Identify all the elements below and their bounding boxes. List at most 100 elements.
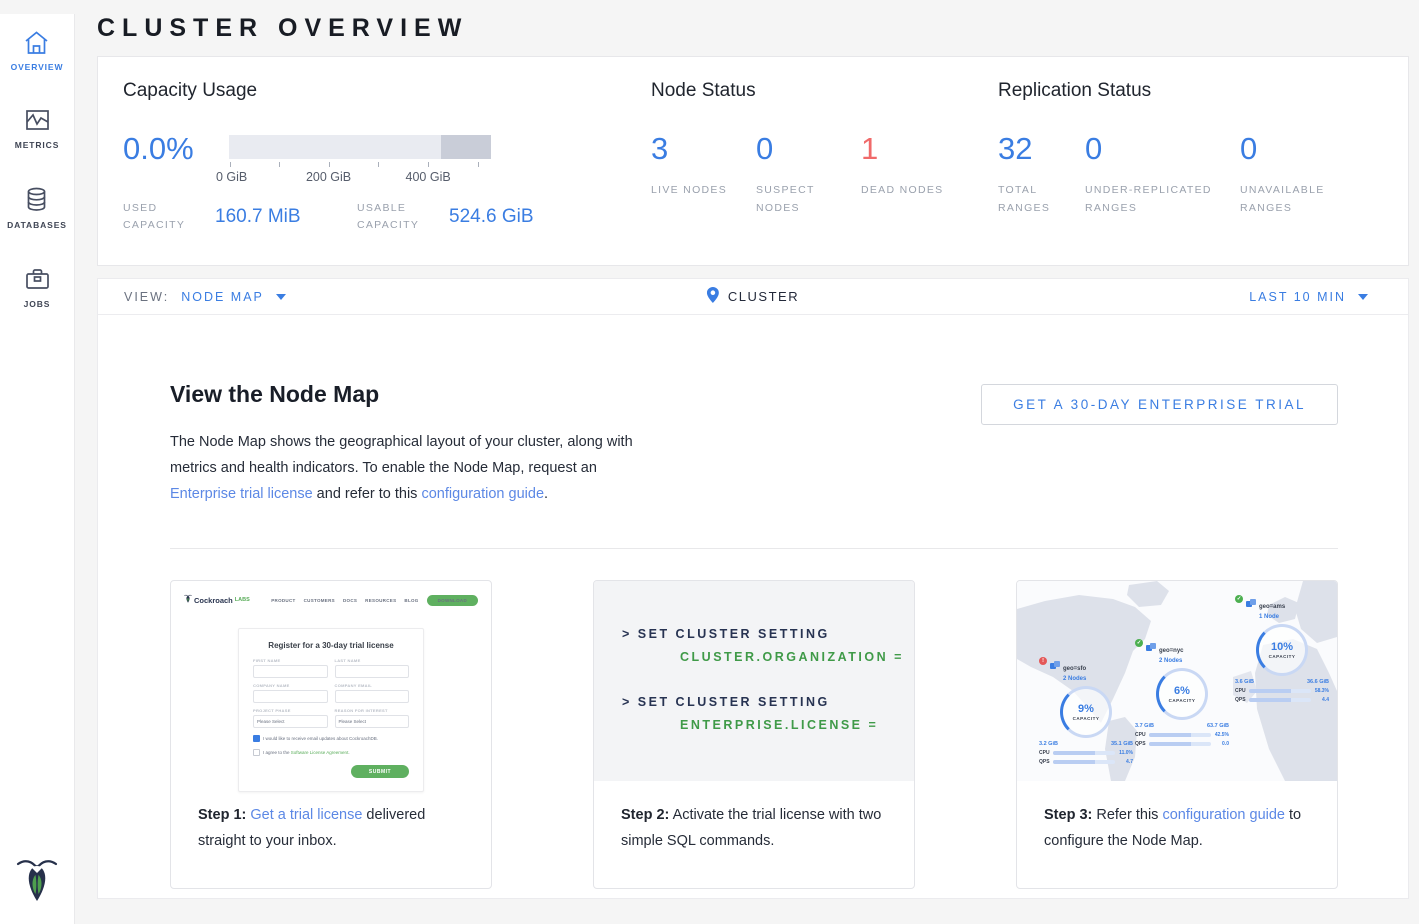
text-field xyxy=(253,690,328,703)
configuration-guide-link[interactable]: configuration guide xyxy=(421,486,544,502)
capacity-axis-ticks xyxy=(229,161,491,168)
total-ranges-label: TOTAL RANGES xyxy=(998,181,1078,217)
usable-capacity-label: USABLE CAPACITY xyxy=(357,200,449,234)
capacity-gauge: 10% CAPACITY xyxy=(1256,624,1308,676)
capacity-bar-nonusable-segment xyxy=(441,135,491,159)
replication-status-section: Replication Status 32 TOTAL RANGES 0 UND… xyxy=(998,80,1345,265)
sidebar-item-overview[interactable]: OVERVIEW xyxy=(11,30,64,72)
view-selector-dropdown[interactable]: VIEW: NODE MAP xyxy=(124,290,286,304)
suspect-nodes-stat: 0 SUSPECT NODES xyxy=(756,133,861,217)
time-range-dropdown[interactable]: LAST 10 MIN xyxy=(1249,290,1368,304)
locality-name: geo=sfo xyxy=(1063,666,1086,672)
qps-value: 4.7 xyxy=(1118,759,1133,765)
trial-license-site-preview: Cockroach LABS PRODUCT CUSTOMERS DOCS RE… xyxy=(171,581,491,781)
view-value: NODE MAP xyxy=(181,290,264,304)
labs-wordmark: LABS xyxy=(235,597,250,603)
unavailable-ranges-stat: 0 UNAVAILABLE RANGES xyxy=(1240,133,1345,217)
cluster-breadcrumb: CLUSTER xyxy=(707,287,799,306)
enterprise-trial-license-link[interactable]: Enterprise trial license xyxy=(170,486,313,502)
sidebar: OVERVIEW METRICS DATABASES xyxy=(0,14,75,924)
suspect-nodes-value: 0 xyxy=(756,133,861,164)
locality-name: geo=ams xyxy=(1259,604,1285,610)
briefcase-icon xyxy=(24,266,51,292)
nodes-cube-icon xyxy=(1246,595,1256,613)
capacity-bar-chart: 0 GiB 200 GiB 400 GiB xyxy=(229,133,491,185)
step2-label: Step 2: xyxy=(621,807,669,823)
sidebar-item-jobs[interactable]: JOBS xyxy=(24,266,51,309)
axis-tick xyxy=(378,162,379,167)
dead-nodes-label: DEAD NODES xyxy=(861,181,976,199)
qps-value: 0.0 xyxy=(1214,741,1229,747)
view-toolbar: VIEW: NODE MAP CLUSTER LAST 10 MIN xyxy=(98,279,1408,315)
qps-label: QPS xyxy=(1235,697,1246,703)
capacity-percent: 10% xyxy=(1271,641,1293,653)
sql-command: > SET CLUSTER SETTING xyxy=(622,627,914,641)
sidebar-item-databases[interactable]: DATABASES xyxy=(7,186,67,230)
locality-node-count: 2 Nodes xyxy=(1063,676,1086,682)
cpu-value: 11.0% xyxy=(1118,750,1133,756)
cpu-label: CPU xyxy=(1039,750,1050,756)
capacity-label: CAPACITY xyxy=(1073,716,1100,721)
home-icon xyxy=(23,30,50,55)
locality-widget-ams: ✓ geo=ams 1 Node 10% CAPACITY xyxy=(1235,595,1329,703)
node-map-description: The Node Map shows the geographical layo… xyxy=(170,429,644,507)
capacity-gauge: 6% CAPACITY xyxy=(1156,668,1208,720)
submit-pill: SUBMIT xyxy=(351,765,409,778)
field-label: REASON FOR INTEREST xyxy=(335,708,410,713)
step1-label: Step 1: xyxy=(198,807,250,823)
node-status-title: Node Status xyxy=(651,80,998,102)
cpu-bar xyxy=(1149,733,1211,737)
field-label: PROJECT PHASE xyxy=(253,708,328,713)
checkbox-checked xyxy=(253,735,260,742)
sidebar-item-metrics[interactable]: METRICS xyxy=(15,108,60,150)
axis-tick xyxy=(428,162,429,167)
axis-tick-label: 200 GiB xyxy=(306,170,351,184)
replication-status-title: Replication Status xyxy=(998,80,1345,102)
select-field: Please Select xyxy=(335,715,410,728)
unavailable-ranges-label: UNAVAILABLE RANGES xyxy=(1240,181,1355,217)
axis-tick xyxy=(279,162,280,167)
capacity-usage-title: Capacity Usage xyxy=(123,80,651,102)
checkbox-label: I agree to the Software License Agreemen… xyxy=(263,750,350,755)
qps-label: QPS xyxy=(1135,741,1146,747)
node-map-preview: ! geo=sfo 2 Nodes 9% CAPACITY xyxy=(1017,581,1337,781)
capacity-total: 36.6 GiB xyxy=(1307,679,1329,685)
section-divider xyxy=(170,548,1338,549)
step3-card: ! geo=sfo 2 Nodes 9% CAPACITY xyxy=(1016,580,1338,889)
locality-node-count: 1 Node xyxy=(1259,614,1285,620)
qps-label: QPS xyxy=(1039,759,1050,765)
nav-item: PRODUCT xyxy=(271,598,295,603)
configuration-guide-link[interactable]: configuration guide xyxy=(1162,807,1285,823)
description-text: and refer to this xyxy=(313,486,422,502)
locality-node-count: 2 Nodes xyxy=(1159,658,1184,664)
qps-bar xyxy=(1149,742,1211,746)
nav-item: DOCS xyxy=(343,598,357,603)
sidebar-item-label: METRICS xyxy=(15,140,60,150)
cockroach-labs-wordmark: Cockroach xyxy=(194,596,233,605)
overview-content-block: VIEW: NODE MAP CLUSTER LAST 10 MIN View … xyxy=(97,278,1409,899)
cpu-bar xyxy=(1249,689,1311,693)
sql-command: > SET CLUSTER SETTING xyxy=(622,695,914,709)
cpu-label: CPU xyxy=(1135,732,1146,738)
locality-widget-sfo: ! geo=sfo 2 Nodes 9% CAPACITY xyxy=(1039,657,1133,765)
get-trial-license-link[interactable]: Get a trial license xyxy=(250,807,362,823)
live-nodes-value: 3 xyxy=(651,133,756,164)
metrics-chart-icon xyxy=(24,108,51,133)
suspect-nodes-label: SUSPECT NODES xyxy=(756,181,836,217)
page-title: CLUSTER OVERVIEW xyxy=(97,14,1409,43)
live-nodes-label: LIVE NODES xyxy=(651,181,731,199)
capacity-total: 63.7 GiB xyxy=(1207,723,1229,729)
locality-name: geo=nyc xyxy=(1159,648,1184,654)
live-nodes-stat: 3 LIVE NODES xyxy=(651,133,756,217)
text-field xyxy=(253,665,328,678)
nav-item: RESOURCES xyxy=(365,598,396,603)
capacity-usage-section: Capacity Usage 0.0% 0 GiB 200 GiB 400 Gi… xyxy=(123,80,651,265)
dead-nodes-stat: 1 DEAD NODES xyxy=(861,133,966,217)
enterprise-trial-button[interactable]: GET A 30-DAY ENTERPRISE TRIAL xyxy=(981,384,1338,425)
nodes-cube-icon xyxy=(1146,639,1156,657)
cluster-label: CLUSTER xyxy=(728,289,799,304)
under-replicated-ranges-stat: 0 UNDER-REPLICATED RANGES xyxy=(1085,133,1240,217)
total-ranges-value: 32 xyxy=(998,133,1085,164)
used-capacity-label: USED CAPACITY xyxy=(123,200,215,234)
form-title: Register for a 30-day trial license xyxy=(253,641,409,650)
